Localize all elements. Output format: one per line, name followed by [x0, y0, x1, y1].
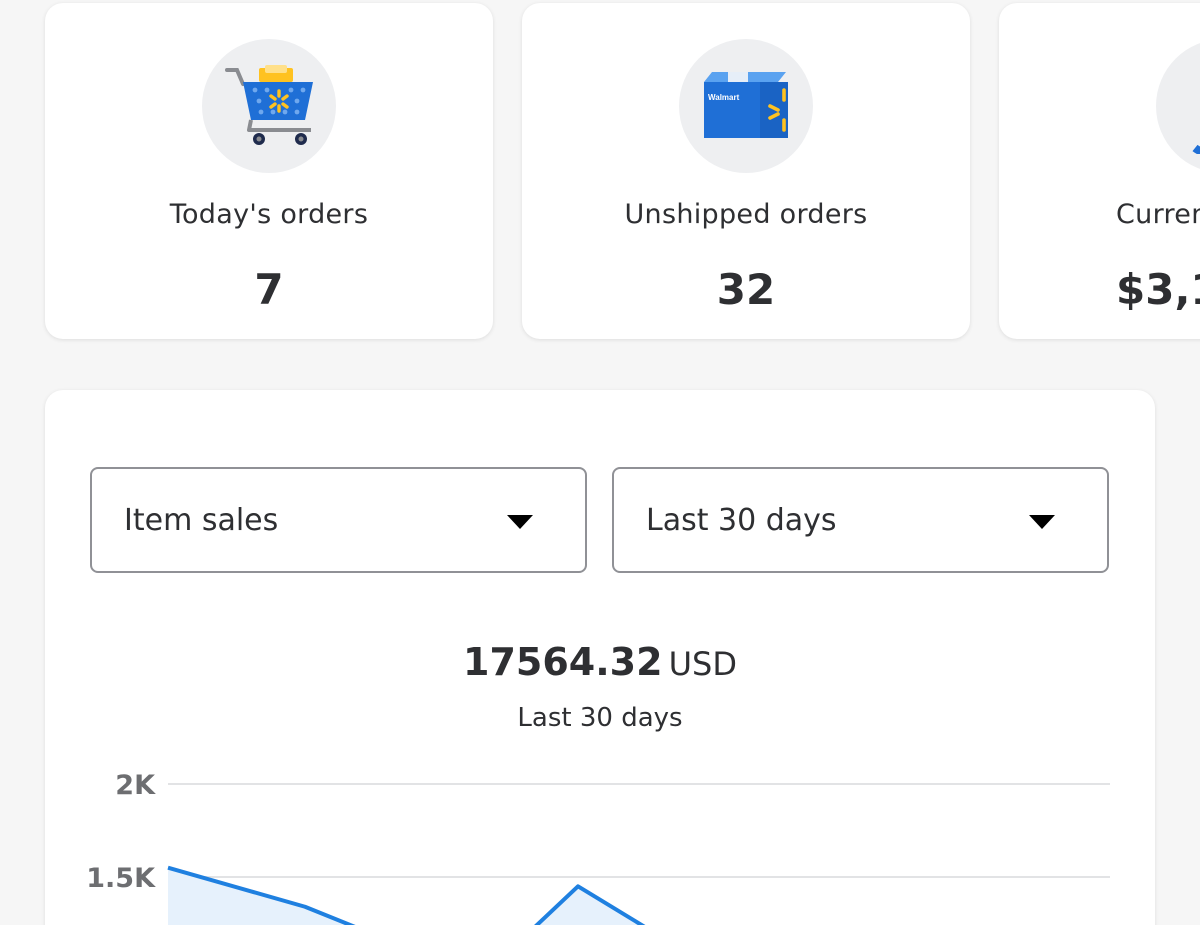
icon-circle: Walmart: [679, 39, 813, 173]
range-dropdown[interactable]: Last 30 days: [612, 467, 1109, 573]
y-tick-label: 2K: [115, 770, 156, 801]
sales-card: Item sales Last 30 days 17564.32 USD Last…: [45, 390, 1155, 925]
stat-label: Curren: [1116, 199, 1200, 230]
stat-value: 7: [254, 265, 284, 314]
sales-currency: USD: [668, 645, 737, 683]
sales-amount: 17564.32: [463, 640, 663, 684]
icon-circle: [1156, 39, 1200, 173]
caret-down-icon: [507, 515, 533, 529]
dashboard: Today's orders 7 Walmart Unshipped order…: [0, 0, 1200, 925]
stat-card-unshipped-orders[interactable]: Walmart Unshipped orders 32: [522, 3, 970, 339]
sales-period: Last 30 days: [517, 703, 683, 733]
stat-label: Unshipped orders: [624, 199, 868, 230]
y-tick-label: 1.5K: [86, 863, 156, 894]
shipping-box-icon: Walmart: [704, 72, 788, 138]
box-brand-text: Walmart: [708, 93, 740, 102]
stat-value: $3,1: [1116, 265, 1200, 314]
stat-value: 32: [716, 265, 776, 314]
range-dropdown-value: Last 30 days: [646, 502, 837, 538]
sales-chart: 2K 1.5K: [86, 770, 1110, 925]
metric-dropdown[interactable]: Item sales: [90, 467, 587, 573]
stat-label: Today's orders: [169, 199, 369, 230]
metric-dropdown-value: Item sales: [124, 502, 279, 538]
stat-card-todays-orders[interactable]: Today's orders 7: [45, 3, 493, 339]
stat-card-current-balance[interactable]: Curren $3,1: [999, 3, 1200, 339]
caret-down-icon: [1029, 515, 1055, 529]
current-balance-icon: [1192, 144, 1200, 154]
shopping-cart-icon: [225, 65, 313, 145]
sales-total: 17564.32 USD: [45, 640, 1155, 684]
icon-circle: [202, 39, 336, 173]
